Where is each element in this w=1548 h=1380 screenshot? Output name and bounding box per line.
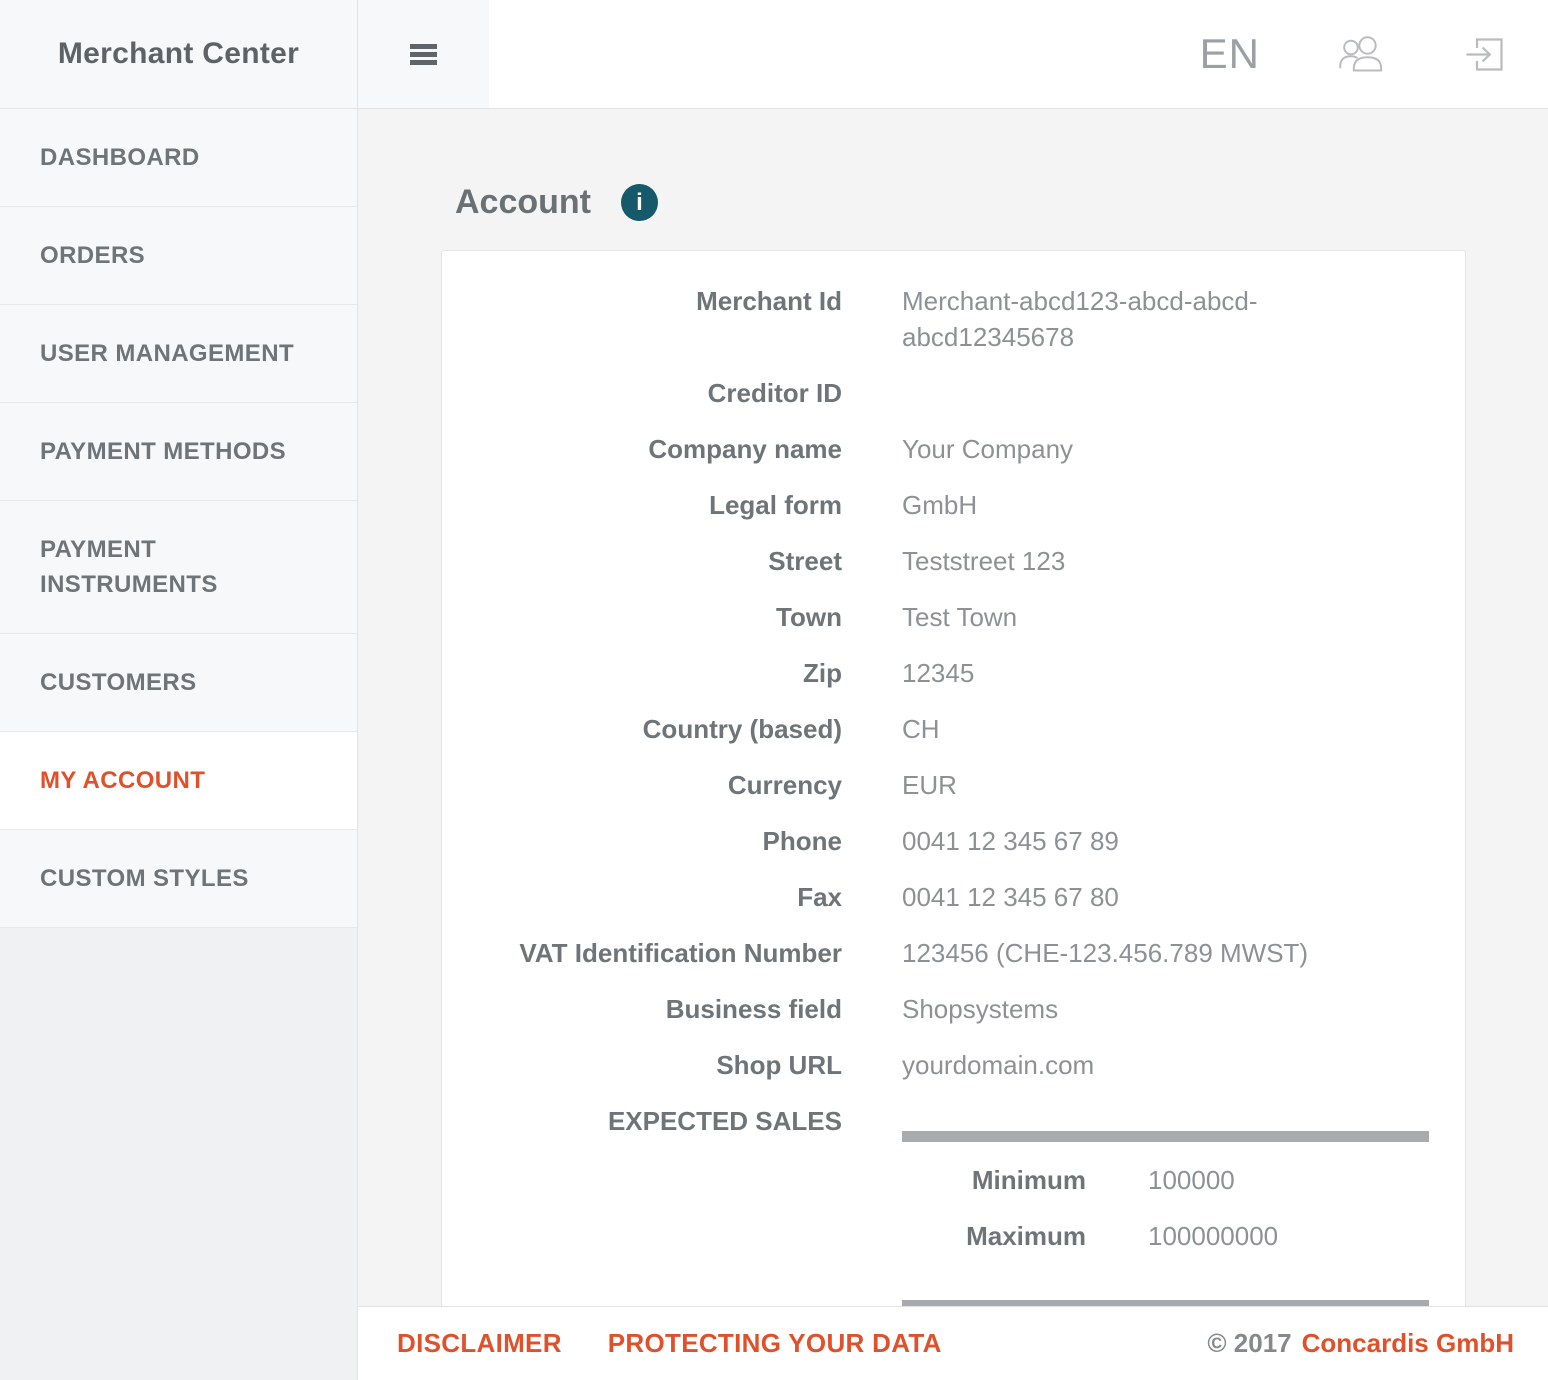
field-row: Town Test Town <box>442 589 1465 645</box>
field-row: Zip 12345 <box>442 645 1465 701</box>
topbar: Merchant Center EN <box>0 0 1548 109</box>
field-row: VAT Identification Number 123456 (CHE-12… <box>442 925 1465 981</box>
sidebar-item[interactable]: DASHBOARD <box>0 109 357 207</box>
field-label: Country (based) <box>460 711 842 747</box>
field-label: Creditor ID <box>460 375 842 411</box>
content-body: Account i Merchant Id Merchant-abcd123-a… <box>358 109 1548 1306</box>
field-row: Currency EUR <box>442 757 1465 813</box>
sidebar-item[interactable]: ORDERS <box>0 207 357 305</box>
expected-sales-label: EXPECTED SALES <box>460 1103 842 1142</box>
field-label: Fax <box>460 879 842 915</box>
brand-title: Merchant Center <box>0 0 358 108</box>
expected-sales-subrow: Minimum 100000 <box>442 1152 1465 1208</box>
field-value: Your Company <box>902 431 1429 467</box>
field-label: Legal form <box>460 487 842 523</box>
copyright-year: © 2017 <box>1207 1328 1291 1359</box>
sidebar-item[interactable]: MY ACCOUNT <box>0 732 357 830</box>
footer-link[interactable]: DISCLAIMER <box>397 1328 562 1359</box>
field-value: EUR <box>902 767 1429 803</box>
logout-button[interactable] <box>1463 32 1508 77</box>
field-row: Fax 0041 12 345 67 80 <box>442 869 1465 925</box>
users-icon <box>1338 34 1385 74</box>
sidebar-item-label: CUSTOMERS <box>40 669 197 696</box>
user-management-button[interactable] <box>1338 34 1385 74</box>
sidebar-item-label: ORDERS <box>40 242 145 269</box>
app-window: Merchant Center EN <box>0 0 1548 1380</box>
topbar-actions: EN <box>489 0 1548 108</box>
sidebar-item-label: CUSTOM STYLES <box>40 865 249 892</box>
field-label: VAT Identification Number <box>460 935 842 971</box>
field-value: 12345 <box>902 655 1429 691</box>
field-label: Merchant Id <box>460 283 842 355</box>
field-label: Shop URL <box>460 1047 842 1083</box>
sidebar-item[interactable]: CUSTOM STYLES <box>0 830 357 928</box>
menu-toggle-button[interactable] <box>358 0 489 108</box>
field-value: yourdomain.com <box>902 1047 1429 1083</box>
field-label: Street <box>460 543 842 579</box>
sidebar-item[interactable]: CUSTOMERS <box>0 634 357 732</box>
sidebar-item[interactable]: PAYMENT METHODS <box>0 403 357 501</box>
subrow-value: 100000000 <box>1148 1218 1447 1254</box>
field-value: Merchant-abcd123-abcd-abcd-abcd12345678 <box>902 283 1322 355</box>
field-label: Phone <box>460 823 842 859</box>
account-fields: Merchant Id Merchant-abcd123-abcd-abcd-a… <box>442 273 1465 1093</box>
field-label: Zip <box>460 655 842 691</box>
content-area: Account i Merchant Id Merchant-abcd123-a… <box>358 109 1548 1380</box>
field-value: Shopsystems <box>902 991 1429 1027</box>
field-value: 0041 12 345 67 80 <box>902 879 1429 915</box>
sidebar-item-label: MY ACCOUNT <box>40 767 205 794</box>
field-row: Street Teststreet 123 <box>442 533 1465 589</box>
divider-bar <box>902 1131 1429 1142</box>
company-link[interactable]: Concardis GmbH <box>1302 1328 1514 1359</box>
expected-sales-subrow: Maximum 100000000 <box>442 1208 1465 1264</box>
info-icon[interactable]: i <box>621 184 658 221</box>
field-value: Teststreet 123 <box>902 543 1429 579</box>
field-row: Creditor ID <box>442 365 1465 421</box>
expected-sales-divider-top <box>902 1103 1429 1142</box>
page-title: Account <box>455 183 591 222</box>
field-row: Merchant Id Merchant-abcd123-abcd-abcd-a… <box>442 273 1465 365</box>
subrow-value: 100000 <box>1148 1162 1447 1198</box>
field-label: Town <box>460 599 842 635</box>
footer: DISCLAIMER PROTECTING YOUR DATA © 2017 C… <box>358 1306 1548 1380</box>
expected-sales-row: EXPECTED SALES <box>442 1093 1465 1152</box>
field-value: 123456 (CHE-123.456.789 MWST) <box>902 935 1429 971</box>
sidebar-item[interactable]: USER MANAGEMENT <box>0 305 357 403</box>
field-row: Country (based) CH <box>442 701 1465 757</box>
sidebar-item[interactable]: PAYMENT INSTRUMENTS <box>0 501 357 634</box>
page-header: Account i <box>455 183 1466 222</box>
field-row: Shop URL yourdomain.com <box>442 1037 1465 1093</box>
field-value: 0041 12 345 67 89 <box>902 823 1429 859</box>
field-label: Currency <box>460 767 842 803</box>
field-label: Business field <box>460 991 842 1027</box>
field-value: GmbH <box>902 487 1429 523</box>
field-row: Legal form GmbH <box>442 477 1465 533</box>
footer-link[interactable]: PROTECTING YOUR DATA <box>608 1328 942 1359</box>
field-value: Test Town <box>902 599 1429 635</box>
expected-sales-end-row <box>442 1264 1465 1306</box>
logout-icon <box>1463 32 1508 77</box>
field-row: Company name Your Company <box>442 421 1465 477</box>
main-layout: DASHBOARD ORDERS USER MANAGEMENT PAYMENT… <box>0 109 1548 1380</box>
subrow-label: Maximum <box>460 1218 1086 1254</box>
sidebar-item-label: PAYMENT INSTRUMENTS <box>40 536 218 598</box>
sidebar-item-label: DASHBOARD <box>40 144 200 171</box>
field-value <box>902 375 1429 411</box>
subrow-label: Minimum <box>460 1162 1086 1198</box>
sidebar-item-label: PAYMENT METHODS <box>40 438 286 465</box>
hamburger-icon <box>410 44 437 65</box>
language-selector[interactable]: EN <box>1200 30 1260 78</box>
field-row: Phone 0041 12 345 67 89 <box>442 813 1465 869</box>
field-label: Company name <box>460 431 842 467</box>
field-row: Business field Shopsystems <box>442 981 1465 1037</box>
sidebar-nav: DASHBOARD ORDERS USER MANAGEMENT PAYMENT… <box>0 109 358 1380</box>
copyright: © 2017 Concardis GmbH <box>1207 1328 1514 1359</box>
field-value: CH <box>902 711 1429 747</box>
sidebar-item-label: USER MANAGEMENT <box>40 340 294 367</box>
account-panel: Merchant Id Merchant-abcd123-abcd-abcd-a… <box>441 250 1466 1306</box>
